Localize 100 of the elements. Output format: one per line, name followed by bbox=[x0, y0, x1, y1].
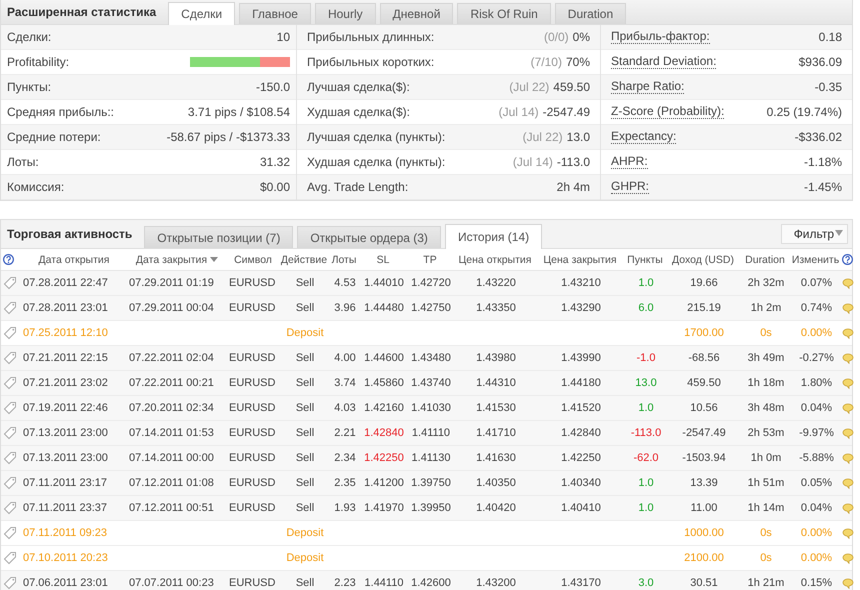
stat-label[interactable]: GHPR: bbox=[611, 180, 650, 194]
table-cell-text: 07.22.2011 02:04 bbox=[128, 351, 215, 365]
table-cell-text: 2100.00 bbox=[683, 551, 725, 565]
stat-label[interactable]: AHPR: bbox=[611, 155, 648, 169]
comment-icon[interactable] bbox=[842, 578, 854, 588]
table-cell-text: 6.0 bbox=[637, 301, 655, 315]
comment-icon[interactable] bbox=[842, 502, 854, 514]
stat-value: -2547.49 bbox=[542, 105, 590, 119]
column-header[interactable]: Цена открытия bbox=[453, 252, 537, 266]
column-header[interactable]: Дата открытия bbox=[21, 252, 127, 266]
stat-label: Лучшая сделка (пункты): bbox=[307, 130, 446, 144]
table-cell-text: 07.12.2011 00:51 bbox=[128, 501, 215, 515]
table-cell-text: EURUSD bbox=[228, 376, 276, 390]
table-cell-text: 4.53 bbox=[333, 276, 357, 290]
comment-icon[interactable] bbox=[842, 378, 854, 388]
stat-value: -113.0 bbox=[556, 155, 590, 169]
tag-icon[interactable] bbox=[3, 551, 17, 565]
table-cell-text: 1.41970 bbox=[363, 501, 405, 515]
stat-label: Прибыльных коротких: bbox=[307, 55, 434, 69]
table-cell-text: 07.10.2011 20:23 bbox=[22, 551, 109, 565]
tab[interactable]: Сделки bbox=[168, 2, 236, 25]
table-cell-text: EURUSD bbox=[228, 476, 276, 490]
table-cell-text: 1.44110 bbox=[364, 576, 404, 590]
tag-icon[interactable] bbox=[3, 326, 17, 340]
stat-label: Avg. Trade Length: bbox=[307, 180, 408, 194]
column-header[interactable]: Duration bbox=[739, 252, 791, 266]
column-header[interactable]: Лоты bbox=[329, 252, 359, 266]
stat-label[interactable]: Expectancy: bbox=[611, 130, 676, 144]
stat-value: 0% bbox=[572, 30, 590, 44]
column-header[interactable]: SL bbox=[359, 252, 407, 266]
table-cell-text: 0.07% bbox=[800, 276, 834, 290]
tab[interactable]: Открытые ордера (3) bbox=[297, 226, 441, 248]
column-header[interactable]: Цена закрытия bbox=[537, 252, 623, 266]
table-cell-text: 07.14.2011 00:00 bbox=[128, 451, 215, 465]
tag-icon[interactable] bbox=[3, 401, 17, 415]
tag-icon[interactable] bbox=[3, 276, 17, 290]
tab[interactable]: Дневной bbox=[380, 3, 454, 24]
tag-icon[interactable] bbox=[3, 351, 17, 365]
tab[interactable]: Hourly bbox=[314, 3, 376, 24]
tag-icon[interactable] bbox=[3, 376, 17, 390]
column-header[interactable]: Пункты bbox=[623, 252, 667, 266]
table-cell-text: Sell bbox=[294, 501, 316, 515]
tag-icon[interactable] bbox=[3, 451, 17, 465]
column-header[interactable]: Доход (USD) bbox=[667, 252, 739, 266]
tab[interactable]: История (14) bbox=[444, 224, 542, 249]
table-cell-text: -5.88% bbox=[798, 451, 835, 465]
comment-icon[interactable] bbox=[842, 452, 854, 464]
table-cell-text: 215.19 bbox=[686, 301, 722, 315]
tag-icon[interactable] bbox=[3, 426, 17, 440]
table-cell-text: 1.43290 bbox=[560, 301, 602, 315]
table-cell-text: 07.06.2011 23:01 bbox=[22, 576, 109, 590]
column-header[interactable]: Символ bbox=[227, 252, 279, 266]
table-cell-text: Sell bbox=[294, 576, 316, 590]
stat-label[interactable]: Z-Score (Probability): bbox=[611, 105, 724, 119]
stat-label[interactable]: Sharpe Ratio: bbox=[611, 80, 684, 94]
table-cell-text: 1h 0m bbox=[750, 451, 782, 465]
table-cell-text: 1.44480 bbox=[363, 301, 405, 315]
stat-date: (0/0) bbox=[544, 30, 569, 44]
help-icon[interactable] bbox=[3, 254, 14, 265]
comment-icon[interactable] bbox=[842, 528, 854, 538]
tab[interactable]: Risk Of Ruin bbox=[457, 3, 551, 24]
tag-icon[interactable] bbox=[3, 501, 17, 515]
table-cell-text: 1.41520 bbox=[560, 401, 602, 415]
table-cell-text: 0s bbox=[759, 526, 773, 540]
table-cell-text: 1.41200 bbox=[363, 476, 405, 490]
table-cell-text: -1503.94 bbox=[681, 451, 727, 465]
column-header[interactable]: Действие bbox=[279, 252, 329, 266]
help-icon[interactable] bbox=[842, 254, 853, 265]
table-cell-text: 1.41710 bbox=[475, 426, 517, 440]
comment-icon[interactable] bbox=[842, 278, 854, 288]
table-cell-text: 1h 51m bbox=[746, 476, 786, 490]
table-cell-text: 3.0 bbox=[637, 576, 655, 590]
comment-icon[interactable] bbox=[842, 402, 854, 414]
comment-icon[interactable] bbox=[842, 352, 854, 364]
tab[interactable]: Главное bbox=[239, 3, 311, 24]
tag-icon[interactable] bbox=[3, 526, 17, 540]
column-header[interactable]: Изменить bbox=[791, 252, 840, 266]
table-cell-text: EURUSD bbox=[228, 501, 276, 515]
table-cell-text: 2.21 bbox=[333, 426, 357, 440]
comment-icon[interactable] bbox=[842, 478, 854, 488]
column-header[interactable]: TP bbox=[407, 252, 453, 266]
tag-icon[interactable] bbox=[3, 301, 17, 315]
comment-icon[interactable] bbox=[842, 302, 854, 314]
table-cell-text: 1.44310 bbox=[475, 376, 517, 390]
column-header[interactable]: Дата закрытия bbox=[127, 252, 227, 266]
tag-icon[interactable] bbox=[3, 476, 17, 490]
table-cell-text: 1.44010 bbox=[363, 276, 405, 290]
comment-icon[interactable] bbox=[842, 328, 854, 338]
comment-icon[interactable] bbox=[842, 552, 854, 564]
table-cell-text: -68.56 bbox=[687, 351, 721, 365]
comment-icon[interactable] bbox=[842, 428, 854, 438]
table-cell-text: 10.56 bbox=[689, 401, 719, 415]
table-cell-text: 1.80% bbox=[800, 376, 834, 390]
tab[interactable]: Открытые позиции (7) bbox=[144, 226, 294, 248]
stat-label[interactable]: Standard Deviation: bbox=[611, 55, 716, 69]
stat-label[interactable]: Прибыль-фактор: bbox=[611, 30, 710, 44]
tab[interactable]: Duration bbox=[554, 3, 626, 24]
table-cell-text: 07.14.2011 01:53 bbox=[128, 426, 215, 440]
tag-icon[interactable] bbox=[3, 576, 17, 590]
filter-button[interactable]: Фильтр bbox=[780, 224, 848, 244]
